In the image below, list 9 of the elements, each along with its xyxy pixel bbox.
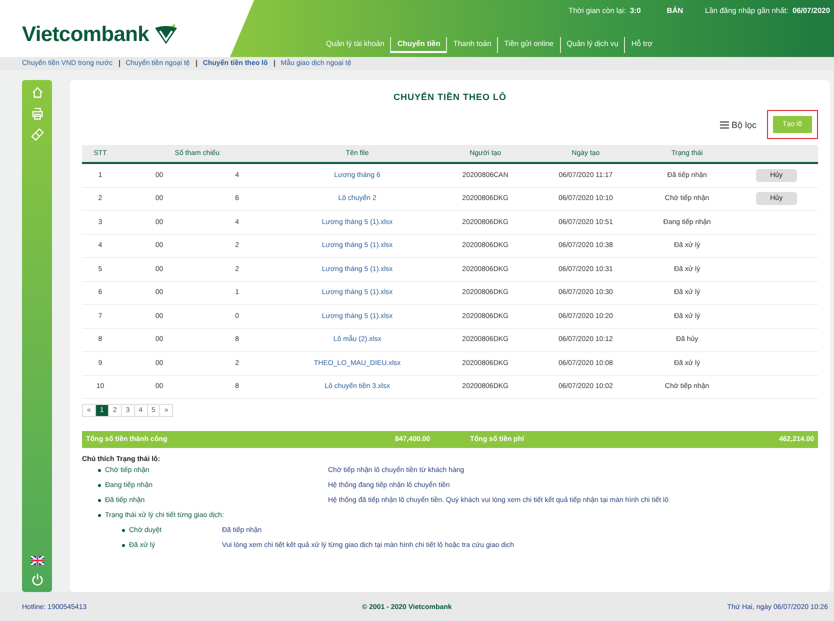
logo-text: Vietcombank <box>22 22 150 46</box>
printer-icon[interactable] <box>30 107 44 120</box>
filter-button[interactable]: Bộ lọc <box>720 120 757 130</box>
logo-icon <box>153 24 180 46</box>
flag-icon[interactable] <box>30 556 44 565</box>
page-title: CHUYỂN TIỀN THEO LÔ <box>392 92 508 102</box>
home-icon[interactable] <box>30 86 44 99</box>
list-icon <box>720 120 729 128</box>
power-icon[interactable] <box>30 573 44 586</box>
